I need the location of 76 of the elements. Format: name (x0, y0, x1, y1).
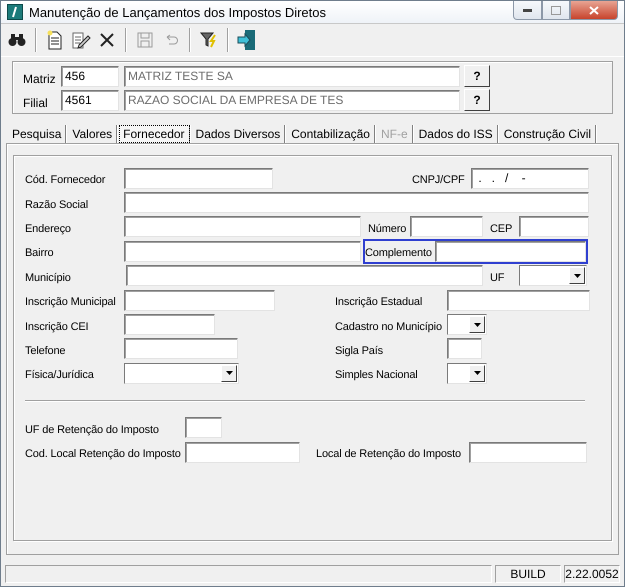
field-label: Município (25, 270, 72, 284)
field-label: Inscrição Municipal (25, 295, 117, 308)
field-label: Razão Social (25, 198, 90, 211)
field-label: UF de Retenção do Imposto (25, 422, 160, 436)
field-label: Telefone (25, 344, 66, 357)
input-field[interactable] (124, 168, 273, 189)
tab[interactable]: Dados Diversos (192, 125, 286, 143)
minimize-icon (523, 8, 532, 12)
input-field[interactable]: . . / - (471, 168, 589, 189)
field-label: Endereço (25, 222, 72, 235)
dropdown[interactable] (447, 362, 487, 384)
field-label: Sigla País (335, 344, 384, 357)
input-field[interactable] (124, 192, 589, 214)
app-icon (7, 4, 23, 20)
input-field[interactable] (126, 265, 483, 286)
input-field[interactable] (447, 290, 590, 311)
status-text: 2.22.0052 (564, 565, 620, 583)
input-field[interactable] (124, 314, 215, 336)
input-field[interactable] (519, 216, 589, 238)
dropdown[interactable] (519, 265, 587, 286)
field-label: UF (490, 270, 506, 284)
field-label: Física/Jurídica (25, 368, 95, 382)
caret-icon (226, 371, 232, 376)
binoculars-icon (8, 33, 26, 47)
field-label: Bairro (25, 246, 54, 260)
status-text: BUILD (495, 565, 561, 583)
code-field[interactable]: 4561 (61, 90, 119, 110)
input-field[interactable] (410, 216, 483, 238)
field-label: Filial (23, 95, 49, 110)
caret-icon (474, 322, 480, 327)
field-label: Simples Nacional (335, 368, 419, 382)
input-field[interactable] (185, 442, 300, 463)
lookup-button[interactable]: ? (464, 65, 490, 87)
tab[interactable]: Fornecedor (119, 125, 190, 143)
input-field[interactable] (447, 338, 482, 360)
save-icon (137, 32, 153, 48)
field-label: CEP (490, 222, 514, 235)
field-label: Número (368, 222, 408, 235)
caret-icon (574, 274, 580, 278)
tab[interactable]: Construção Civil (500, 125, 596, 143)
tab[interactable]: Dados do ISS (414, 125, 498, 143)
tab[interactable]: Contabilização (287, 125, 375, 143)
maximize-icon (551, 6, 561, 14)
close-icon (589, 6, 599, 14)
input-field[interactable] (124, 216, 361, 238)
field-label: Complemento (365, 246, 433, 260)
input-field[interactable] (185, 417, 222, 438)
field-label: Inscrição Estadual (335, 295, 424, 308)
code-field[interactable]: 456 (61, 66, 119, 86)
dropdown[interactable] (447, 314, 487, 336)
field-label: CNPJ/CPF (412, 173, 466, 186)
name-field[interactable]: MATRIZ TESTE SA (124, 66, 460, 86)
window-title: Manutenção de Lançamentos dos Impostos Diretos (29, 4, 326, 20)
field-label: Cód. Fornecedor (25, 173, 106, 186)
input-field[interactable] (124, 290, 275, 311)
field-label: Inscrição CEI (25, 320, 90, 333)
minimize-button[interactable] (513, 1, 542, 20)
close-button[interactable] (570, 1, 618, 20)
name-field[interactable]: RAZAO SOCIAL DA EMPRESA DE TES (124, 90, 460, 110)
field-label: Local de Retenção do Imposto (316, 447, 462, 460)
exit-button[interactable] (236, 28, 258, 52)
input-field[interactable] (435, 240, 586, 262)
lookup-button[interactable]: ? (464, 89, 490, 111)
input-field[interactable] (124, 240, 361, 262)
input-field[interactable] (469, 442, 587, 463)
edit-document-icon (71, 30, 91, 50)
tab[interactable]: Pesquisa (8, 125, 66, 143)
field-label: Cadastro no Município (335, 320, 443, 333)
delete-icon (99, 32, 115, 48)
new-document-icon (46, 30, 64, 50)
tab[interactable]: Valores (68, 125, 118, 143)
field-label: Cod. Local Retenção do Imposto (25, 447, 182, 460)
field-label: Matriz (23, 71, 57, 86)
input-field[interactable] (124, 338, 238, 360)
exit-door-icon (237, 29, 257, 51)
caret-icon (474, 371, 480, 376)
